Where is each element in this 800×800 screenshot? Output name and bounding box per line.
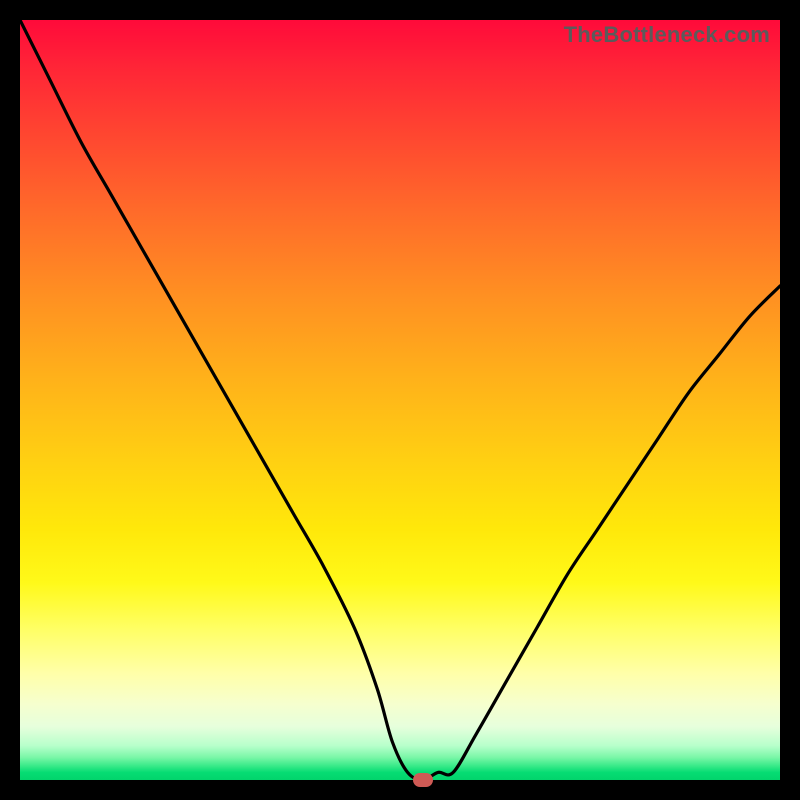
- optimum-marker: [413, 773, 433, 787]
- bottleneck-curve: [20, 20, 780, 780]
- chart-frame: TheBottleneck.com: [0, 0, 800, 800]
- curve-path: [20, 20, 780, 780]
- plot-area: TheBottleneck.com: [20, 20, 780, 780]
